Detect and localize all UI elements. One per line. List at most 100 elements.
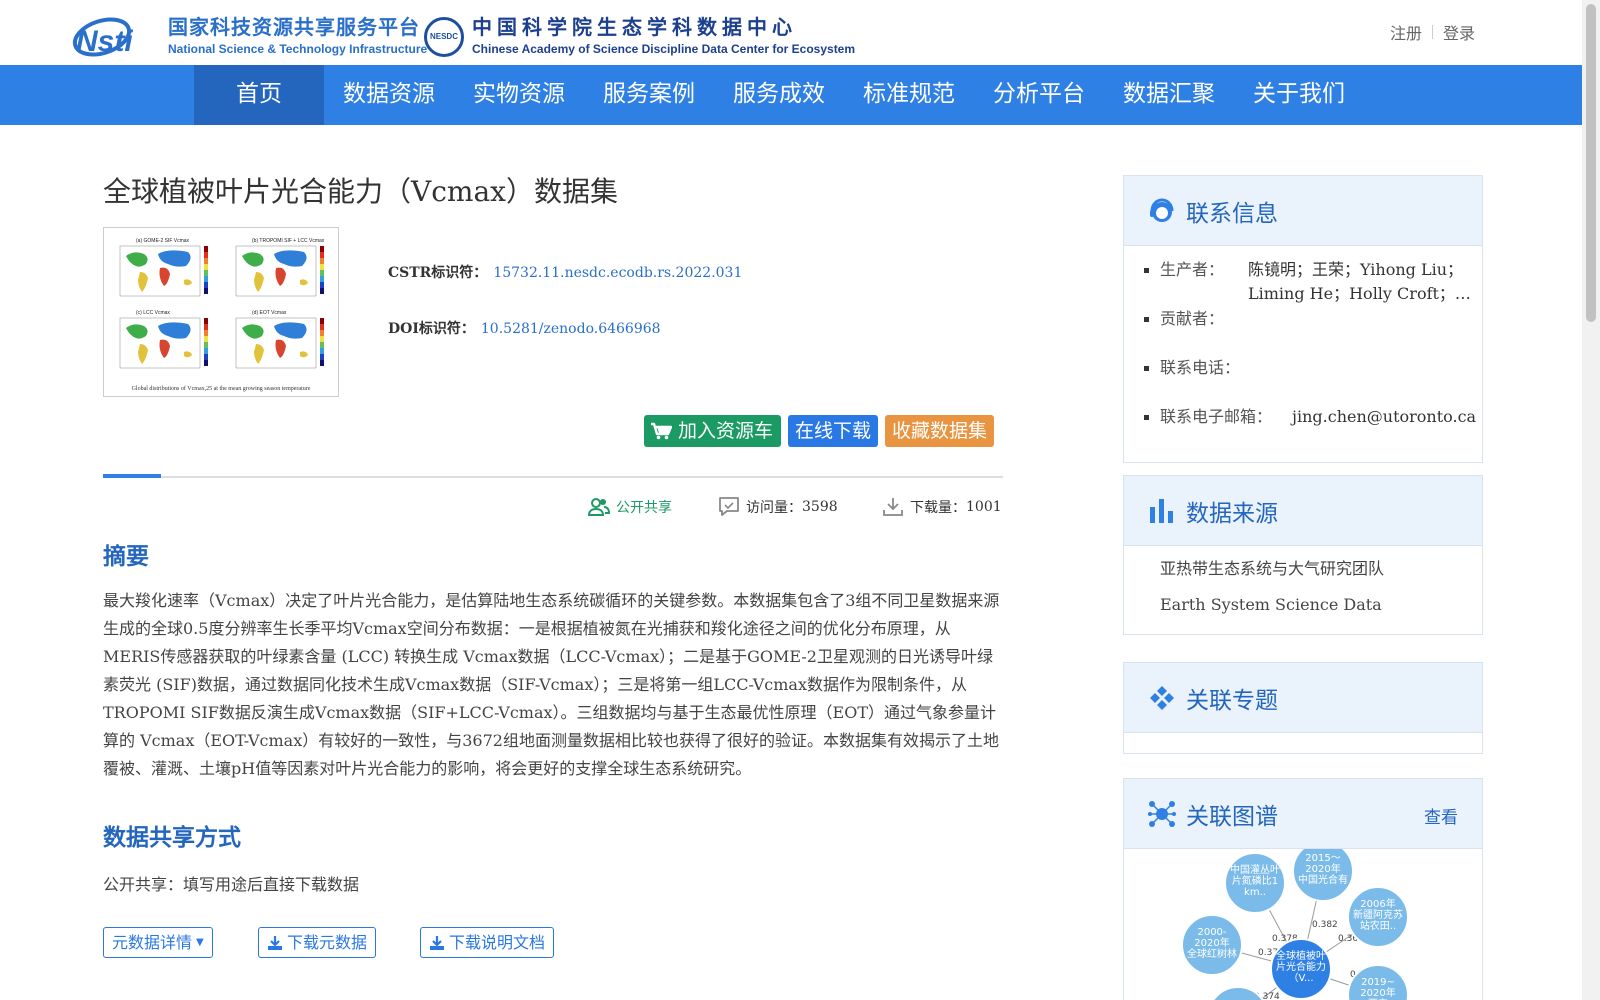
email-value[interactable]: jing.chen@utoronto.ca [1292,405,1476,454]
download-doc-button[interactable]: 下载说明文档 [420,927,555,958]
online-download-button[interactable]: 在线下载 [788,415,879,447]
color-bar-step [204,270,208,276]
color-bar-step [320,354,324,360]
color-bar-step [204,360,208,366]
nav-item-home[interactable]: 首页 [194,65,324,125]
graph-node-label: （V... [1288,972,1313,984]
nav-item-data-resources[interactable]: 数据资源 [324,65,454,125]
color-bar [320,246,324,294]
nav-item-standards[interactable]: 标准规范 [844,65,974,125]
network-icon [1148,800,1176,827]
contact-producer: 生产者： 陈镜明；王荣；Yihong Liu；Liming He；Holly C… [1144,258,1482,307]
producer-value: 陈镜明；王荣；Yihong Liu；Liming He；Holly Croft；… [1248,260,1471,303]
scrollbar-thumb[interactable] [1586,4,1596,322]
graph-node-label: 新疆阿克苏 [1353,908,1403,921]
abstract-heading: 摘要 [103,543,149,570]
dataset-thumbnail[interactable]: (a) GOME-2 SIF Vcmax (b) TROPOMI SIF + LC… [103,227,339,397]
visit-count-stat: 访问量： 3598 [718,496,838,518]
login-link[interactable]: 登录 [1443,20,1475,44]
graph-node[interactable]: 2015～2020年中国光合有 [1292,849,1354,902]
page-scrollbar[interactable] [1582,0,1600,1000]
comment-icon [719,497,739,516]
color-bar-step [320,348,324,354]
favorite-dataset-button[interactable]: 收藏数据集 [885,415,995,447]
color-bar-step [320,270,324,276]
data-source-item[interactable]: 亚热带生态系统与大气研究团队 [1160,554,1482,590]
data-source-panel-title: 数据来源 [1186,500,1278,527]
related-topics-panel-title: 关联专题 [1186,687,1278,714]
view-graph-link[interactable]: 查看 [1424,803,1458,828]
register-link[interactable]: 注册 [1390,20,1422,44]
contributor-label: 贡献者： [1160,309,1225,328]
nesdc-logo[interactable]: NESDC 中国科学院生态学科数据中心 Chinese Academy of S… [424,16,855,57]
graph-node-label: 全球植被叶 [1276,949,1326,962]
color-bar-step [320,246,324,252]
main-nav: 首页 数据资源 实物资源 服务案例 服务成效 标准规范 分析平台 数据汇聚 关于… [0,65,1582,125]
nesdc-seal-icon: NESDC [424,16,464,57]
nav-item-analysis-platform[interactable]: 分析平台 [974,65,1104,125]
cstr-link[interactable]: 15732.11.nesdc.ecodb.rs.2022.031 [493,265,742,281]
color-bar-step [320,330,324,336]
color-bar-step [320,252,324,258]
email-label: 联系电子邮箱： [1160,407,1273,426]
graph-node-label: 2019~ [1361,977,1395,988]
nsti-logo[interactable]: Nsti 国家科技资源共享服务平台 National Science & Tec… [72,16,427,57]
phone-label: 联系电话： [1160,358,1241,377]
related-topics-panel: 关联专题 [1123,662,1483,754]
color-bar-step [204,276,208,282]
contact-panel-title: 联系信息 [1186,200,1278,227]
map-panel: (d) EOT Vcmax [235,310,324,369]
nav-item-service-cases[interactable]: 服务案例 [584,65,714,125]
cstr-row: CSTR标识符： 15732.11.nesdc.ecodb.rs.2022.031 [388,262,742,284]
producer-label: 生产者： [1160,260,1225,279]
doi-link[interactable]: 10.5281/zenodo.6466968 [481,321,661,337]
public-share-stat: 公开共享 [588,496,672,518]
color-bar-step [204,336,208,342]
vcmax-maps-figure: (a) GOME-2 SIF Vcmax (b) TROPOMI SIF + LC… [119,238,325,392]
nav-item-physical-resources[interactable]: 实物资源 [454,65,584,125]
nav-item-service-results[interactable]: 服务成效 [714,65,844,125]
color-bar-step [204,348,208,354]
nav-item-about-us[interactable]: 关于我们 [1234,65,1364,125]
nav-item-data-aggregation[interactable]: 数据汇聚 [1104,65,1234,125]
color-bar-step [320,342,324,348]
visit-count-value: 3598 [802,499,838,515]
download-metadata-button[interactable]: 下载元数据 [258,927,377,958]
color-bar-step [320,276,324,282]
top-header: Nsti 国家科技资源共享服务平台 National Science & Tec… [0,0,1582,65]
download-count-label: 下载量： [910,500,966,516]
dataset-actions: 加入资源车 在线下载 收藏数据集 [644,415,995,447]
color-bar-step [320,318,324,324]
svg-text:Nsti: Nsti [76,25,133,57]
auth-links: 注册 登录 [1390,20,1475,44]
abstract-text: 最大羧化速率（Vcmax）决定了叶片光合能力，是估算陆地生态系统碳循环的关键参数… [103,591,1000,778]
nesdc-logo-en: Chinese Academy of Science Discipline Da… [472,42,856,56]
graph-center-node[interactable]: 全球植被叶片光合能力（V... [1270,938,1332,1000]
contact-contributor: 贡献者： [1144,307,1482,356]
bar-chart-icon [1150,498,1173,523]
users-icon [588,498,610,516]
nesdc-logo-cn: 中国科学院生态学科数据中心 [472,15,797,39]
data-source-item[interactable]: Earth System Science Data [1160,590,1482,626]
contact-panel-header: 联系信息 [1124,176,1482,246]
graph-node[interactable]: 2006年新疆阿克苏站农田.. [1347,886,1409,948]
graph-node[interactable]: 中国灌丛叶片氮磷比1 km.. [1224,852,1286,914]
puzzle-icon [1150,685,1174,710]
color-bar-step [320,282,324,288]
color-bar-step [320,258,324,264]
related-graph-canvas[interactable]: 0.3780.3820.3640.3760.3850.374中国灌丛叶片氮磷比1… [1124,849,1482,1000]
metadata-details-dropdown[interactable]: 元数据详情 ▼ [103,927,213,958]
download-count-stat: 下载量： 1001 [882,496,1002,518]
contact-person-icon [1150,197,1174,222]
graph-node-label: 片光合能力 [1276,960,1326,973]
color-bar-step [204,282,208,288]
data-source-panel-header: 数据来源 [1124,476,1482,546]
share-method-text: 公开共享：填写用途后直接下载数据 [103,875,360,894]
graph-node[interactable]: 2000-2020年全球红树林 [1181,914,1243,976]
color-bar-step [204,324,208,330]
graph-node-label: 2020年 [1194,936,1229,949]
related-graph-svg: 0.3780.3820.3640.3760.3850.374中国灌丛叶片氮磷比1… [1181,849,1409,1000]
add-to-cart-button[interactable]: 加入资源车 [644,415,782,447]
graph-node-label: 2020年 [1305,862,1340,875]
nsti-logo-en: National Science & Technology Infrastruc… [168,42,428,56]
